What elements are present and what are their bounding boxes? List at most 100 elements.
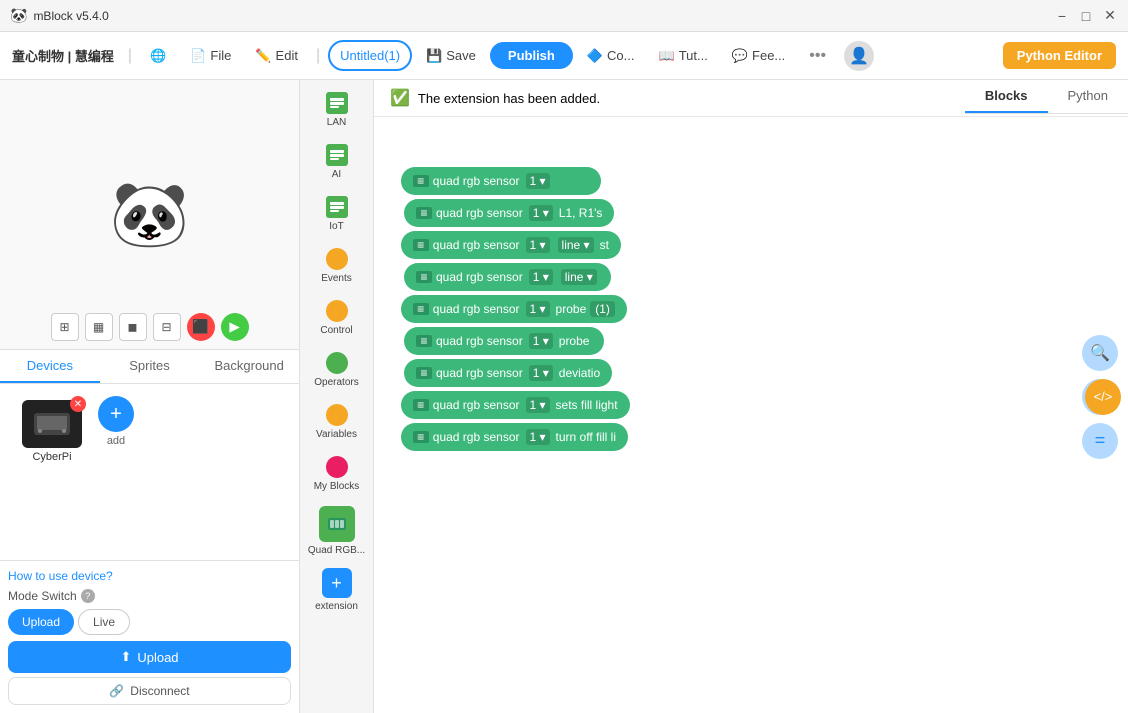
left-panel: 🐼 ⊞ ▦ ◼ ⊟ ⬛ ▶ Devices Sprites Background [0, 80, 300, 713]
cat-variables[interactable]: Variables [300, 396, 373, 448]
tutorial-button[interactable]: 📖 Tut... [649, 42, 718, 70]
cat-extension[interactable]: + extension [300, 562, 373, 618]
menu-bar: 童心制物 | 慧编程 | 🌐 📄 File ✏️ Edit | Untitled… [0, 32, 1128, 80]
block-item-6[interactable]: ≡ quad rgb sensor 1 ▾ probe [404, 327, 604, 355]
cat-iot[interactable]: IoT [300, 188, 373, 240]
cat-extension-label: extension [315, 601, 358, 612]
edit-icon: ✏️ [255, 48, 271, 64]
globe-icon[interactable]: 🌐 [140, 42, 176, 70]
close-button[interactable]: ✕ [1102, 8, 1118, 24]
sensor-icon-4: ≡ [416, 271, 432, 283]
save-icon: 💾 [426, 48, 442, 64]
cyberpi-icon [32, 409, 72, 439]
layout-btn-4[interactable]: ⊟ [153, 313, 181, 341]
stop-button[interactable]: ⬛ [187, 313, 215, 341]
block-row-9: ◀ ≡ quad rgb sensor 1 ▾ turn off fill li [384, 423, 1118, 451]
block-dropdown-6[interactable]: 1 ▾ [529, 333, 553, 349]
block-item-2[interactable]: ≡ quad rgb sensor 1 ▾ L1, R1's [404, 199, 614, 227]
save-button[interactable]: 💾 Save [416, 42, 486, 70]
block-item-9[interactable]: ≡ quad rgb sensor 1 ▾ turn off fill li [401, 423, 628, 451]
tab-sprites[interactable]: Sprites [100, 350, 200, 383]
tab-devices[interactable]: Devices [0, 350, 100, 383]
sensor-icon-1: ≡ [413, 175, 429, 187]
block-row-6: ≡ quad rgb sensor 1 ▾ probe [384, 327, 1118, 355]
cat-operators-label: Operators [314, 377, 358, 388]
cat-variables-label: Variables [316, 429, 357, 440]
upload-button[interactable]: ⬆ Upload [8, 641, 291, 673]
block-dropdown-9[interactable]: 1 ▾ [526, 429, 550, 445]
notification-message: The extension has been added. [418, 91, 600, 106]
block-item-8[interactable]: ≡ quad rgb sensor 1 ▾ sets fill light [401, 391, 630, 419]
stage-controls: ⊞ ▦ ◼ ⊟ ⬛ ▶ [51, 313, 249, 341]
cat-operators[interactable]: Operators [300, 344, 373, 396]
device-controls: How to use device? Mode Switch ? Upload … [0, 560, 299, 713]
feedback-button[interactable]: 💬 Fee... [722, 42, 795, 70]
cat-lan[interactable]: LAN [300, 84, 373, 136]
layout-btn-1[interactable]: ⊞ [51, 313, 79, 341]
co-button[interactable]: 🔷 Co... [577, 42, 645, 70]
block-arrow-1[interactable]: ◀ [384, 173, 395, 190]
edit-menu[interactable]: ✏️ Edit [245, 42, 308, 70]
block-dropdown-8[interactable]: 1 ▾ [526, 397, 550, 413]
block-dropdown-5[interactable]: 1 ▾ [526, 301, 550, 317]
how-to-use-link[interactable]: How to use device? [8, 569, 291, 583]
block-item-4[interactable]: ≡ quad rgb sensor 1 ▾ line ▾ [404, 263, 611, 291]
block-dropdown-4b[interactable]: line ▾ [561, 269, 597, 285]
block-dropdown-2[interactable]: 1 ▾ [529, 205, 553, 221]
code-toggle-button[interactable]: </> [1085, 379, 1121, 415]
maximize-button[interactable]: □ [1078, 8, 1094, 24]
block-item-5[interactable]: ≡ quad rgb sensor 1 ▾ probe (1) [401, 295, 627, 323]
link-icon: 🔗 [109, 684, 124, 698]
block-dropdown-7[interactable]: 1 ▾ [529, 365, 553, 381]
block-item-1[interactable]: ≡ quad rgb sensor 1 ▾ [401, 167, 601, 195]
cat-ai-label: AI [332, 169, 341, 180]
block-dropdown-3b[interactable]: line ▾ [558, 237, 594, 253]
layout-btn-2[interactable]: ▦ [85, 313, 113, 341]
more-button[interactable]: ••• [799, 41, 836, 71]
layout-btn-3[interactable]: ◼ [119, 313, 147, 341]
device-cyberpi[interactable]: ✕ CyberPi [16, 400, 88, 463]
sensor-icon-2: ≡ [416, 207, 432, 219]
cat-iot-label: IoT [329, 221, 343, 232]
block-row-7: ≡ quad rgb sensor 1 ▾ deviatio [384, 359, 1118, 387]
cat-quadrgb[interactable]: Quad RGB... [300, 500, 373, 562]
cat-control[interactable]: Control [300, 292, 373, 344]
add-label: add [107, 435, 125, 447]
mode-switch-row: Mode Switch ? [8, 589, 291, 603]
sensor-icon-7: ≡ [416, 367, 432, 379]
minimize-button[interactable]: − [1054, 8, 1070, 24]
avatar[interactable]: 👤 [844, 41, 874, 71]
device-close-button[interactable]: ✕ [70, 396, 86, 412]
upload-mode-button[interactable]: Upload [8, 609, 74, 635]
publish-button[interactable]: Publish [490, 42, 573, 69]
block-item-7[interactable]: ≡ quad rgb sensor 1 ▾ deviatio [404, 359, 612, 387]
block-dropdown-3a[interactable]: 1 ▾ [526, 237, 550, 253]
cat-ai[interactable]: AI [300, 136, 373, 188]
help-icon[interactable]: ? [81, 589, 95, 603]
block-arrow-3[interactable]: ◀ [384, 237, 395, 254]
block-dropdown-4a[interactable]: 1 ▾ [529, 269, 553, 285]
run-button[interactable]: ▶ [221, 313, 249, 341]
tab-background[interactable]: Background [199, 350, 299, 383]
cat-control-label: Control [320, 325, 352, 336]
add-device-button[interactable]: + [98, 396, 134, 432]
block-item-3[interactable]: ≡ quad rgb sensor 1 ▾ line ▾ st [401, 231, 621, 259]
block-dropdown-1[interactable]: 1 ▾ [526, 173, 550, 189]
code-icon: </> [1094, 389, 1113, 404]
live-mode-button[interactable]: Live [78, 609, 130, 635]
disconnect-button[interactable]: 🔗 Disconnect [8, 677, 291, 705]
block-arrow-5[interactable]: ◀ [384, 301, 395, 318]
python-editor-button[interactable]: Python Editor [1003, 42, 1116, 69]
probe-value[interactable]: (1) [590, 301, 615, 317]
sprite-tabs: Devices Sprites Background [0, 350, 299, 384]
block-row-5: ◀ ≡ quad rgb sensor 1 ▾ probe (1) [384, 295, 1118, 323]
quadrgb-icon [319, 506, 355, 542]
tab-blocks[interactable]: Blocks [965, 80, 1048, 113]
untitled-tab[interactable]: Untitled(1) [328, 40, 412, 71]
file-menu[interactable]: 📄 File [180, 42, 241, 70]
sensor-icon-8: ≡ [413, 399, 429, 411]
blocks-panel: ✅ The extension has been added. Blocks P… [374, 80, 1128, 713]
sensor-icon-3: ≡ [413, 239, 429, 251]
cat-myblocks[interactable]: My Blocks [300, 448, 373, 500]
cat-events[interactable]: Events [300, 240, 373, 292]
